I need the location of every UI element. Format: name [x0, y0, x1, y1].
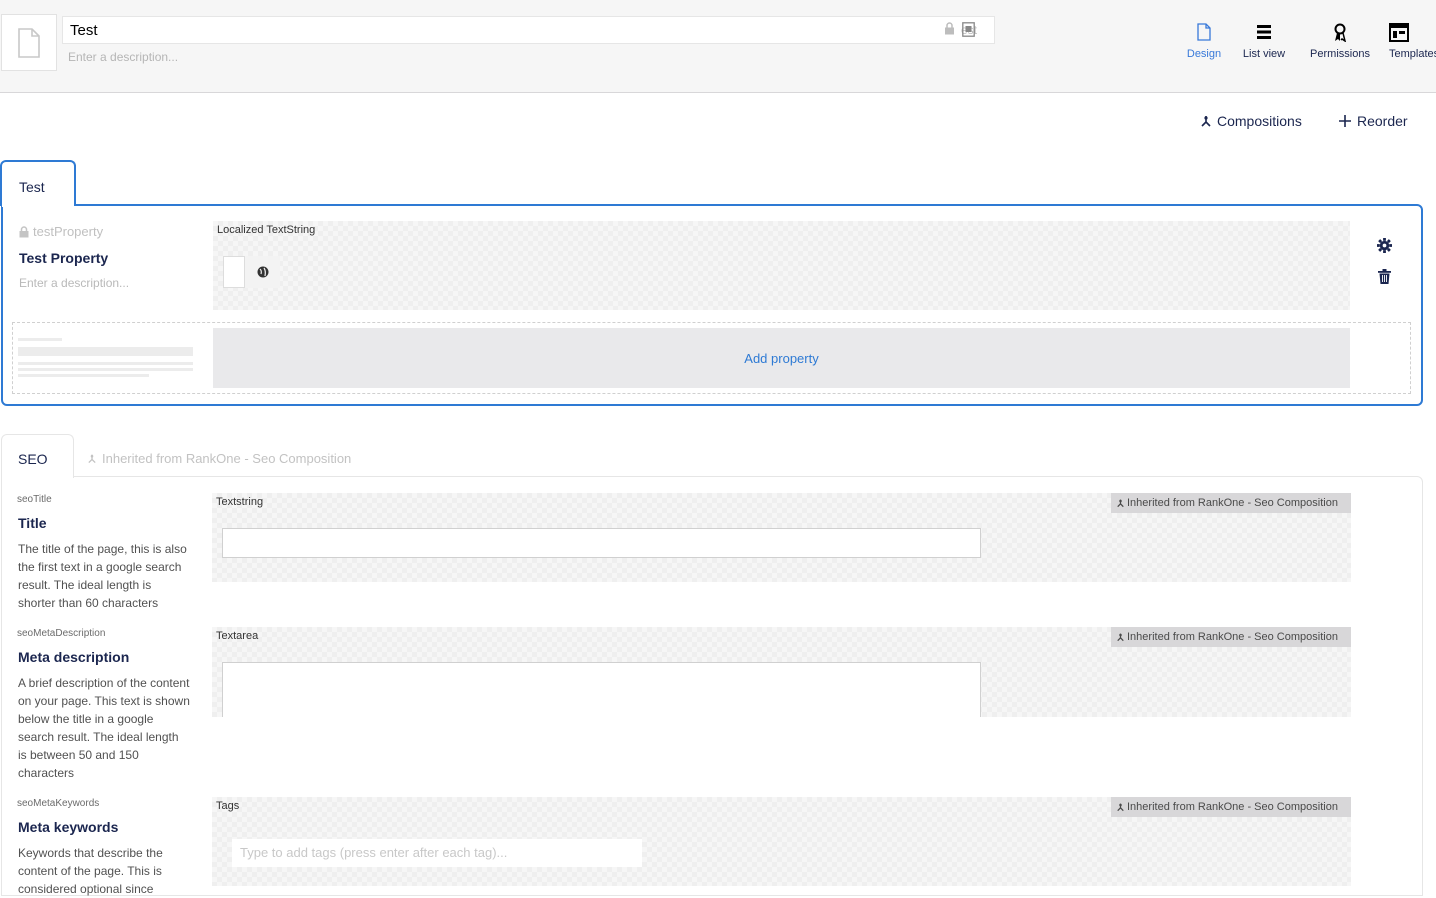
sub-navigation: Design List view Permissions Templates: [1176, 0, 1436, 92]
property-alias: seoMetaKeywords: [17, 798, 100, 809]
inherited-badge: Inherited from RankOne - Seo Composition: [1111, 627, 1351, 647]
editor-name: Tags: [216, 800, 240, 812]
nav-design-label: Design: [1186, 48, 1222, 60]
document-icon: [1197, 22, 1211, 42]
editor-name: Textstring: [216, 496, 264, 508]
property-label: Meta description: [18, 649, 130, 665]
compositions-button[interactable]: Compositions: [1201, 113, 1302, 129]
gear-icon[interactable]: [1377, 238, 1392, 258]
alias-icon: [962, 22, 975, 42]
property-label[interactable]: Test Property: [19, 250, 108, 266]
language-button[interactable]: [244, 256, 280, 288]
property-description: The title of the page, this is also the …: [18, 542, 187, 610]
inherited-badge: Inherited from RankOne - Seo Composition: [1111, 493, 1351, 513]
merge-icon: [1117, 499, 1124, 507]
move-icon: [1339, 115, 1351, 127]
property-alias: seoTitle: [17, 494, 52, 505]
document-icon: [18, 27, 40, 58]
inherited-badge-text: Inherited from RankOne - Seo Composition: [1127, 801, 1338, 813]
inherited-badge-text: Inherited from RankOne - Seo Composition: [1127, 631, 1338, 643]
property-alias-text: testProperty: [33, 224, 104, 239]
placeholder-line: [18, 374, 149, 377]
trash-icon[interactable]: [1378, 269, 1391, 289]
property-editor-preview[interactable]: [213, 221, 1350, 310]
compositions-label: Compositions: [1217, 113, 1302, 129]
reorder-label: Reorder: [1357, 113, 1408, 129]
property-label: Title: [18, 515, 47, 531]
tab-connector: [2, 203, 74, 207]
lock-icon[interactable]: [944, 22, 955, 40]
tab-test[interactable]: Test: [0, 160, 76, 206]
lock-icon: [19, 225, 29, 237]
nav-templates-label: Templates: [1389, 48, 1436, 60]
textstring-preview-input: [222, 528, 981, 558]
merge-icon: [1201, 115, 1211, 127]
layout-icon: [1389, 22, 1409, 42]
nav-permissions[interactable]: Permissions: [1302, 0, 1378, 92]
nav-list-view-label: List view: [1242, 48, 1286, 60]
textarea-preview-input: [222, 662, 981, 717]
nav-permissions-label: Permissions: [1310, 48, 1370, 60]
editor-name: Textarea: [216, 630, 259, 642]
placeholder-line: [18, 368, 193, 371]
nav-templates[interactable]: Templates: [1382, 0, 1436, 92]
placeholder-line: [18, 347, 193, 356]
tab-seo[interactable]: SEO: [1, 434, 74, 478]
ribbon-icon: [1333, 22, 1347, 42]
globe-icon: [257, 266, 268, 278]
placeholder-line: [18, 338, 62, 341]
placeholder-line: [18, 362, 193, 365]
editor-header: est Enter a description... Design List v…: [0, 0, 1436, 93]
merge-icon: [1117, 803, 1124, 811]
document-type-name-input[interactable]: [62, 16, 995, 44]
document-type-icon-picker[interactable]: [1, 14, 57, 71]
inherited-tab-label: Inherited from RankOne - Seo Composition: [88, 451, 351, 466]
nav-design[interactable]: Design: [1176, 0, 1232, 92]
inherited-badge: Inherited from RankOne - Seo Composition: [1111, 797, 1351, 817]
inherited-badge-text: Inherited from RankOne - Seo Composition: [1127, 497, 1338, 509]
property-description: A brief description of the content on yo…: [18, 676, 190, 780]
property-alias: seoMetaDescription: [17, 628, 106, 639]
list-icon: [1257, 22, 1271, 42]
editor-name: Localized TextString: [217, 224, 316, 236]
nav-list-view[interactable]: List view: [1233, 0, 1295, 92]
property-alias: testProperty: [19, 224, 103, 239]
merge-icon: [88, 454, 96, 463]
tags-input: Type to add tags (press enter after each…: [232, 839, 642, 867]
merge-icon: [1117, 633, 1124, 641]
add-property-button[interactable]: Add property: [213, 328, 1350, 388]
property-label: Meta keywords: [18, 819, 119, 835]
description-input[interactable]: Enter a description...: [68, 50, 178, 64]
property-description-input[interactable]: Enter a description...: [19, 276, 129, 290]
reorder-button[interactable]: Reorder: [1339, 113, 1408, 129]
inherited-tab-text: Inherited from RankOne - Seo Composition: [102, 451, 352, 466]
